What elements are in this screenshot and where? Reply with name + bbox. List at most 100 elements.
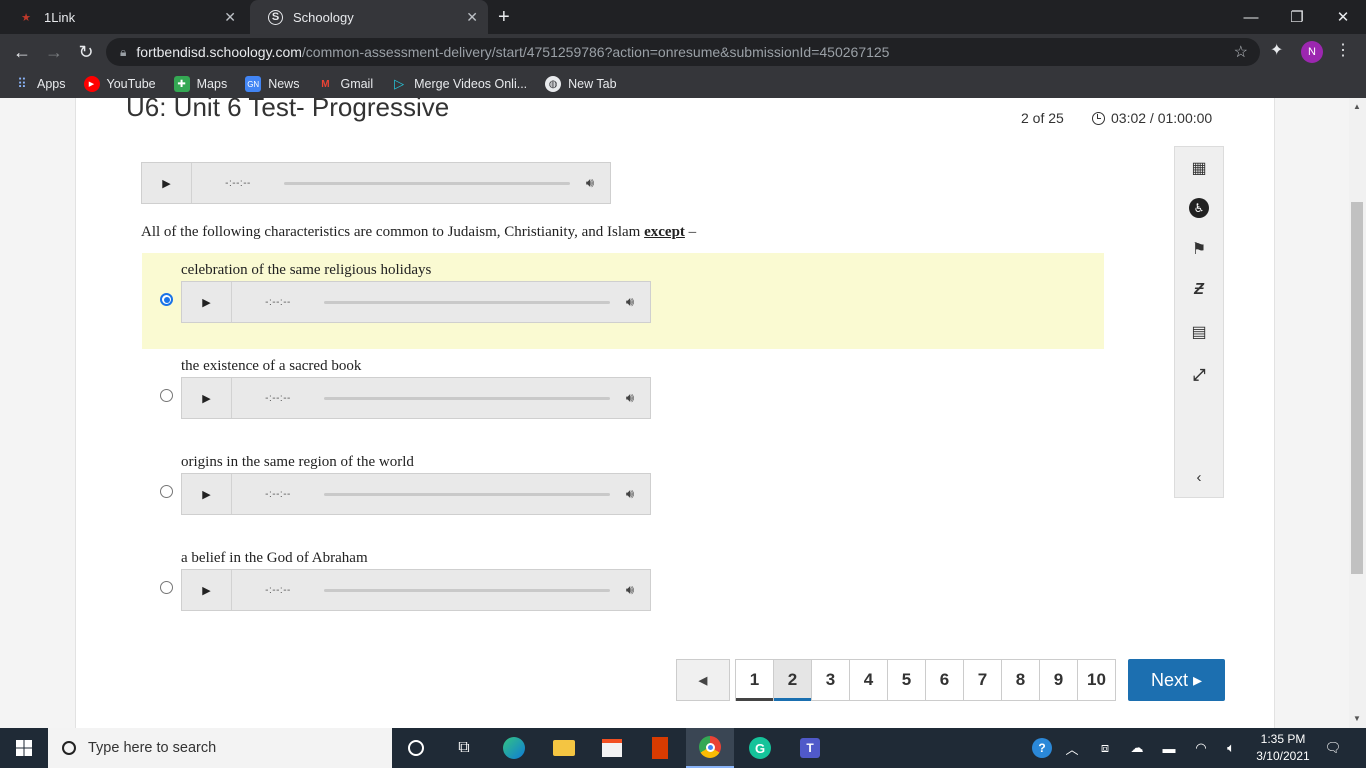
play-icon[interactable]: ▶	[182, 570, 232, 610]
meet-now-icon[interactable]: ⧈	[1094, 728, 1116, 768]
windows-start-icon[interactable]	[0, 728, 48, 768]
play-icon[interactable]: ▶	[182, 474, 232, 514]
play-icon[interactable]: ▶	[142, 163, 192, 203]
cortana-icon[interactable]	[392, 728, 440, 768]
fullscreen-icon[interactable]: ⤢	[1187, 364, 1211, 388]
question-emphasis: except	[644, 224, 685, 240]
bookmark-youtube[interactable]: ▶ YouTube	[83, 76, 156, 92]
choice-radio[interactable]	[160, 485, 173, 498]
taskbar-clock[interactable]: 1:35 PM 3/10/2021	[1247, 731, 1319, 765]
bookmark-gmail[interactable]: M Gmail	[317, 76, 373, 92]
choice-radio[interactable]	[160, 581, 173, 594]
page-button-6[interactable]: 6	[925, 659, 964, 701]
accessibility-icon[interactable]: ♿︎	[1187, 196, 1211, 220]
scroll-up-icon[interactable]: ▲	[1353, 102, 1361, 111]
page-button-5[interactable]: 5	[887, 659, 926, 701]
page-button-2[interactable]: 2	[773, 659, 812, 701]
taskbar-search-input[interactable]: Type here to search	[48, 728, 392, 768]
help-icon[interactable]: ?	[1030, 728, 1054, 768]
globe-icon: ◍	[545, 76, 562, 92]
extensions-puzzle-icon[interactable]: ✦	[1270, 40, 1283, 60]
bookmark-label: Maps	[196, 77, 228, 91]
calculator-icon[interactable]: ▦	[1187, 156, 1211, 180]
office-icon[interactable]	[636, 728, 684, 768]
volume-tray-icon[interactable]: 🔈︎	[1220, 728, 1242, 768]
audio-seek-bar[interactable]	[284, 181, 570, 185]
page-button-10[interactable]: 10	[1077, 659, 1116, 701]
eliminate-answer-icon[interactable]: Ƶ	[1187, 278, 1211, 302]
address-bar[interactable]: 🔒︎ fortbendisd.schoology.com/common-asse…	[106, 38, 1260, 66]
bookmark-maps[interactable]: ✚ Maps	[173, 76, 228, 92]
new-tab-button[interactable]: +	[498, 6, 510, 28]
next-button[interactable]: Next ▸	[1128, 659, 1225, 701]
volume-icon[interactable]: 🔊︎	[610, 390, 650, 406]
tool-panel: ▦ ♿︎ ⚑ Ƶ ▤ ⤢ ‹	[1174, 146, 1224, 498]
tab-schoology[interactable]: S Schoology ✕	[250, 0, 488, 34]
flag-icon[interactable]: ⚑	[1187, 237, 1211, 261]
volume-icon[interactable]: 🔊︎	[610, 582, 650, 598]
answer-choice[interactable]: a belief in the God of Abraham ▶ -:--:--…	[142, 541, 1104, 637]
scrollbar-thumb[interactable]	[1351, 202, 1363, 574]
play-icon[interactable]: ▶	[182, 282, 232, 322]
audio-seek-bar[interactable]	[324, 492, 610, 496]
profile-avatar[interactable]: N	[1301, 41, 1323, 63]
bookmark-new-tab[interactable]: ◍ New Tab	[545, 76, 617, 92]
show-hidden-icons-chevron-icon[interactable]: ︿	[1062, 728, 1082, 768]
wifi-icon[interactable]: ◠	[1190, 728, 1212, 768]
taskbar-time: 1:35 PM	[1260, 732, 1306, 746]
reload-icon[interactable]: ↻	[74, 40, 98, 64]
page-button-3[interactable]: 3	[811, 659, 850, 701]
forward-icon[interactable]: →	[42, 40, 66, 64]
back-icon[interactable]: ←	[10, 40, 34, 64]
volume-icon[interactable]: 🔊︎	[570, 175, 610, 191]
close-tab-icon[interactable]: ✕	[224, 9, 236, 26]
notepad-icon[interactable]: ▤	[1187, 320, 1211, 344]
page-button-1[interactable]: 1	[735, 659, 774, 701]
store-icon[interactable]	[588, 728, 636, 768]
audio-seek-bar[interactable]	[324, 300, 610, 304]
bookmark-merge-videos[interactable]: ▷ Merge Videos Onli...	[391, 76, 527, 92]
bookmark-label: Gmail	[340, 77, 374, 91]
teams-icon[interactable]: T	[786, 728, 834, 768]
answer-choice[interactable]: origins in the same region of the world …	[142, 445, 1104, 541]
task-view-icon[interactable]: ⧉	[440, 728, 488, 768]
tab-1link[interactable]: ★ 1Link ✕	[0, 0, 246, 34]
volume-icon[interactable]: 🔊︎	[610, 294, 650, 310]
choice-audio-player: ▶ -:--:-- 🔊︎	[181, 569, 651, 611]
grammarly-icon[interactable]: G	[736, 728, 784, 768]
restore-icon[interactable]: ❐	[1274, 0, 1320, 34]
play-icon[interactable]: ▶	[182, 378, 232, 418]
bookmark-news[interactable]: GN News	[245, 76, 299, 92]
notifications-icon[interactable]: 🗨︎	[1322, 728, 1344, 768]
volume-icon[interactable]: 🔊︎	[610, 486, 650, 502]
page-button-9[interactable]: 9	[1039, 659, 1078, 701]
page-button-8[interactable]: 8	[1001, 659, 1040, 701]
close-tab-icon[interactable]: ✕	[466, 9, 478, 26]
collapse-chevron-icon[interactable]: ‹	[1187, 465, 1211, 489]
choice-radio[interactable]	[160, 293, 173, 306]
choice-radio[interactable]	[160, 389, 173, 402]
page-button-4[interactable]: 4	[849, 659, 888, 701]
scroll-down-icon[interactable]: ▼	[1353, 714, 1361, 723]
edge-icon[interactable]	[490, 728, 538, 768]
choice-audio-player: ▶ -:--:-- 🔊︎	[181, 281, 651, 323]
chrome-icon[interactable]	[686, 728, 734, 768]
network-drive-icon[interactable]: ▬	[1158, 728, 1180, 768]
audio-seek-bar[interactable]	[324, 396, 610, 400]
maps-icon: ✚	[173, 76, 190, 92]
previous-question-button[interactable]: ◀	[676, 659, 730, 701]
answer-choice[interactable]: the existence of a sacred book ▶ -:--:--…	[142, 349, 1104, 445]
answer-choice[interactable]: celebration of the same religious holida…	[142, 253, 1104, 349]
audio-time: -:--:--	[265, 392, 291, 404]
news-icon: GN	[245, 76, 262, 92]
onedrive-cloud-icon[interactable]: ☁	[1126, 728, 1148, 768]
close-window-icon[interactable]: ✕	[1320, 0, 1366, 34]
minimize-icon[interactable]: —	[1228, 0, 1274, 34]
audio-seek-bar[interactable]	[324, 588, 610, 592]
page-scrollbar[interactable]: ▲ ▼	[1349, 98, 1366, 728]
bookmark-star-icon[interactable]: ☆	[1234, 42, 1248, 62]
file-explorer-icon[interactable]	[540, 728, 588, 768]
page-button-7[interactable]: 7	[963, 659, 1002, 701]
menu-kebab-icon[interactable]: ⋮	[1335, 40, 1351, 60]
bookmark-apps[interactable]: ⠿ Apps	[14, 76, 65, 92]
